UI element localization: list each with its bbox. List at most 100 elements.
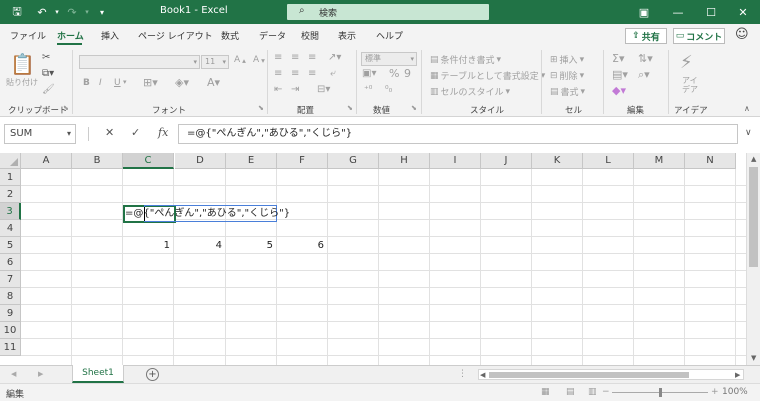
formula-input[interactable]: =@{"ぺんぎん","あひる","くじら"} xyxy=(178,124,738,144)
column-header-h[interactable]: H xyxy=(379,153,430,169)
vertical-scroll-thumb[interactable] xyxy=(749,167,758,267)
share-button[interactable]: ⇪ 共有 xyxy=(625,28,667,44)
row-header-6[interactable]: 6 xyxy=(0,254,21,271)
column-header-e[interactable]: E xyxy=(226,153,277,169)
scroll-left-icon[interactable]: ◀ xyxy=(480,371,485,379)
page-layout-view-icon[interactable]: ▤ xyxy=(566,387,575,397)
row-header-5[interactable]: 5 xyxy=(0,237,21,254)
zoom-out-icon[interactable]: − xyxy=(602,387,610,397)
select-all-button[interactable] xyxy=(0,153,21,169)
prev-sheet-icon[interactable]: ◀ xyxy=(11,370,16,378)
tab-formulas[interactable]: 数式 xyxy=(221,29,239,42)
comment-button[interactable]: ▭ コメント xyxy=(673,28,725,44)
normal-view-icon[interactable]: ▦ xyxy=(541,387,550,397)
row-header-4[interactable]: 4 xyxy=(0,220,21,237)
zoom-level[interactable]: 100% xyxy=(722,387,748,397)
customize-qat-icon[interactable]: ▾ xyxy=(93,4,111,20)
close-button[interactable]: ✕ xyxy=(726,0,760,24)
column-header-a[interactable]: A xyxy=(21,153,72,169)
column-header-j[interactable]: J xyxy=(481,153,532,169)
enter-button[interactable]: ✓ xyxy=(131,126,140,139)
text-caret xyxy=(144,207,145,221)
alignment-launcher-icon[interactable]: ⬊ xyxy=(347,104,353,112)
row-header-1[interactable]: 1 xyxy=(0,169,21,186)
scroll-down-icon[interactable]: ▼ xyxy=(751,354,756,362)
row-header-9[interactable]: 9 xyxy=(0,305,21,322)
tab-review[interactable]: 校閲 xyxy=(301,29,319,42)
scroll-up-icon[interactable]: ▲ xyxy=(751,155,756,163)
align-right-icon: ≡ xyxy=(308,68,317,79)
add-sheet-icon[interactable]: + xyxy=(146,368,159,381)
column-header-n[interactable]: N xyxy=(685,153,736,169)
cell-f5[interactable]: 6 xyxy=(277,237,324,254)
cell-edit-text[interactable]: =@{"ぺんぎん","あひる","くじら"} xyxy=(125,206,290,222)
column-header-l[interactable]: L xyxy=(583,153,634,169)
column-header-m[interactable]: M xyxy=(634,153,685,169)
cell-d5[interactable]: 4 xyxy=(175,237,222,254)
expand-formula-bar-icon[interactable]: ∨ xyxy=(745,128,752,138)
column-header-g[interactable]: G xyxy=(328,153,379,169)
save-icon[interactable]: 🖫 xyxy=(8,4,26,20)
worksheet-grid[interactable]: A B C D E F G H I J K L M N 1 2 3 4 5 6 7 8 9 10 11 1 4 5 6 xyxy=(0,153,746,365)
delete-cells-button: ⊟ 削除 ▾ xyxy=(550,70,585,83)
column-header-c[interactable]: C xyxy=(123,153,174,169)
tab-home[interactable]: ホーム xyxy=(57,29,84,42)
feedback-smiley-icon[interactable]: ☺ xyxy=(735,27,749,42)
row-header-11[interactable]: 11 xyxy=(0,339,21,356)
cut-icon[interactable]: ✂ xyxy=(42,52,50,63)
tab-split-handle-icon[interactable]: ⋮ xyxy=(458,369,467,379)
search-icon: ⌕ xyxy=(299,5,305,16)
horizontal-scrollbar[interactable]: ◀ ▶ xyxy=(478,369,744,380)
collapse-ribbon-icon[interactable]: ∧ xyxy=(744,104,750,113)
fill-color-icon: ◈▾ xyxy=(175,76,189,89)
paste-label[interactable]: 貼り付け xyxy=(6,77,38,88)
clipboard-launcher-icon[interactable]: ⬊ xyxy=(63,104,69,112)
column-header-d[interactable]: D xyxy=(175,153,226,169)
page-break-view-icon[interactable]: ▥ xyxy=(588,387,597,397)
insert-function-button[interactable]: fx xyxy=(158,126,168,139)
format-cells-icon: ▤ xyxy=(550,86,559,97)
row-header-8[interactable]: 8 xyxy=(0,288,21,305)
tab-file[interactable]: ファイル xyxy=(10,29,46,42)
gridline xyxy=(276,169,277,365)
font-size-value: 11 xyxy=(205,57,216,66)
alignment-group-label: 配置 xyxy=(297,106,315,116)
ribbon-display-options-icon[interactable]: ▣ xyxy=(627,0,661,24)
sheet-tab-sheet1[interactable]: Sheet1 xyxy=(72,365,124,383)
column-header-f[interactable]: F xyxy=(277,153,328,169)
vertical-scrollbar[interactable]: ▲ ▼ xyxy=(746,153,760,365)
zoom-slider-knob[interactable] xyxy=(659,388,662,397)
column-header-b[interactable]: B xyxy=(72,153,123,169)
tab-help[interactable]: ヘルプ xyxy=(376,29,403,42)
font-launcher-icon[interactable]: ⬊ xyxy=(258,104,264,112)
horizontal-scroll-thumb[interactable] xyxy=(489,372,689,378)
copy-icon[interactable]: ⧉▾ xyxy=(42,68,54,79)
align-left-icon: ≡ xyxy=(274,68,283,79)
cancel-entry-button[interactable]: ✕ xyxy=(105,126,114,139)
number-launcher-icon[interactable]: ⬊ xyxy=(411,104,417,112)
search-box[interactable]: ⌕ 検索 xyxy=(287,4,489,20)
cell-e5[interactable]: 5 xyxy=(226,237,273,254)
cell-c5[interactable]: 1 xyxy=(123,237,170,254)
row-header-3[interactable]: 3 xyxy=(0,203,21,220)
tab-data[interactable]: データ xyxy=(259,29,286,42)
scroll-right-icon[interactable]: ▶ xyxy=(735,371,740,379)
next-sheet-icon[interactable]: ▶ xyxy=(38,370,43,378)
format-painter-icon[interactable]: 🖌 xyxy=(42,84,55,95)
name-box[interactable]: SUM ▾ xyxy=(4,124,76,144)
column-header-i[interactable]: I xyxy=(430,153,481,169)
zoom-in-icon[interactable]: + xyxy=(711,387,719,397)
tab-page-layout[interactable]: ページ レイアウト xyxy=(138,29,213,42)
column-header-k[interactable]: K xyxy=(532,153,583,169)
tab-view[interactable]: 表示 xyxy=(338,29,356,42)
maximize-button[interactable]: ☐ xyxy=(694,0,728,24)
shrink-font-icon: A ▾ xyxy=(253,55,265,65)
row-header-7[interactable]: 7 xyxy=(0,271,21,288)
paste-icon[interactable]: 📋 xyxy=(10,52,35,76)
tab-insert[interactable]: 挿入 xyxy=(101,29,119,42)
minimize-button[interactable]: — xyxy=(661,0,695,24)
row-header-2[interactable]: 2 xyxy=(0,186,21,203)
cell-styles-label: セルのスタイル xyxy=(440,88,504,98)
row-header-10[interactable]: 10 xyxy=(0,322,21,339)
autosum-icon: Σ▾ xyxy=(612,52,625,65)
